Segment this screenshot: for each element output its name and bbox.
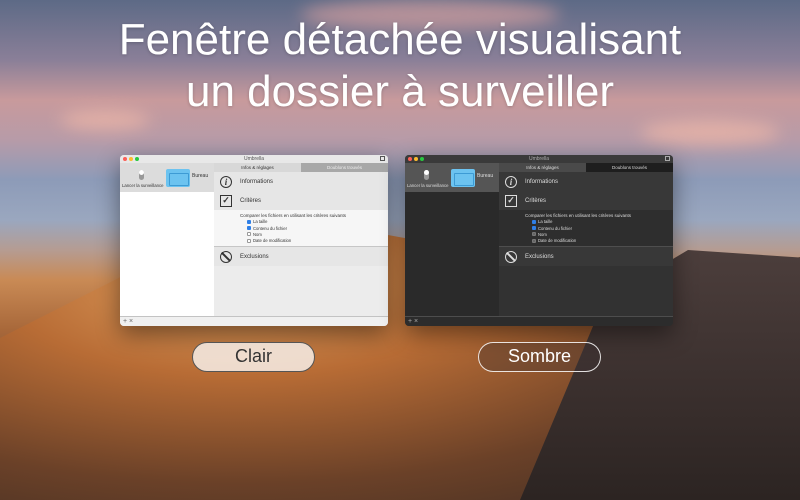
remove-button[interactable]: × [414, 318, 418, 325]
dark-window: Umbrella Lancer la surveillance Bureau I… [405, 155, 673, 326]
section-label: Critères [240, 197, 262, 204]
remove-button[interactable]: × [129, 318, 133, 325]
title-bar: Umbrella [405, 155, 673, 163]
main-panel: Infos & réglages Doublons trouvés i Inform… [214, 163, 388, 316]
tab-infos[interactable]: Infos & réglages [214, 163, 301, 172]
checkbox[interactable] [532, 226, 536, 231]
detach-icon[interactable] [380, 156, 385, 161]
section-label: Informations [240, 178, 274, 185]
option-label: Nom [253, 231, 262, 237]
sidebar: Lancer la surveillance Bureau [120, 163, 214, 316]
bottom-bar: + × [120, 316, 388, 326]
section-informations[interactable]: i Informations [214, 172, 388, 191]
watched-folder-item[interactable]: Lancer la surveillance Bureau [405, 163, 499, 192]
checkbox[interactable] [532, 219, 536, 224]
option-label: La taille [538, 219, 553, 225]
checkbox[interactable] [247, 226, 251, 231]
criteria-prompt: Comparer les fichiers en utilisant les c… [240, 213, 347, 218]
option-label: Date de modification [538, 238, 577, 244]
option-label: Date de modification [253, 238, 292, 244]
criteria-option[interactable]: La taille [532, 219, 673, 224]
headline: Fenêtre détachée visualisant un dossier à… [0, 14, 800, 118]
checkmark-icon: ✓ [220, 194, 232, 207]
dark-mode-button[interactable]: Sombre [478, 342, 601, 372]
checkbox[interactable] [247, 232, 251, 237]
minimize-button[interactable] [414, 157, 418, 161]
criteria-prompt: Comparer les fichiers en utilisant les c… [525, 213, 632, 218]
criteria-option[interactable]: Nom [532, 232, 673, 237]
watch-toggle[interactable] [424, 170, 429, 180]
section-label: Exclusions [525, 253, 554, 260]
criteria-option[interactable]: La taille [247, 219, 388, 224]
watched-folder-item[interactable]: Lancer la surveillance Bureau [120, 163, 214, 192]
close-button[interactable] [408, 157, 412, 161]
zoom-button[interactable] [420, 157, 424, 161]
sidebar: Lancer la surveillance Bureau [405, 163, 499, 316]
info-icon: i [220, 175, 232, 188]
window-title: Umbrella [243, 156, 264, 162]
light-window: Umbrella Lancer la surveillance Bureau I… [120, 155, 388, 326]
section-label: Informations [525, 178, 559, 185]
tab-duplicates[interactable]: Doublons trouvés [586, 163, 673, 172]
cloud [640, 120, 780, 145]
section-criteria[interactable]: ✓ Critères [499, 191, 673, 210]
checkmark-icon: ✓ [505, 194, 517, 207]
bottom-bar: + × [405, 316, 673, 326]
section-exclusions[interactable]: Exclusions [214, 247, 388, 266]
watch-toggle[interactable] [139, 170, 144, 180]
criteria-option[interactable]: Nom [247, 232, 388, 237]
folder-icon [451, 169, 475, 187]
minimize-button[interactable] [129, 157, 133, 161]
option-label: Contenu du fichier [253, 225, 287, 231]
window-title: Umbrella [528, 156, 549, 162]
criteria-option[interactable]: Contenu du fichier [532, 226, 673, 231]
option-label: Nom [538, 231, 547, 237]
section-label: Exclusions [240, 253, 269, 260]
folder-name: Bureau [192, 173, 209, 179]
option-label: Contenu du fichier [538, 225, 572, 231]
checkbox[interactable] [247, 219, 251, 224]
criteria-panel: Comparer les fichiers en utilisant les c… [499, 210, 673, 247]
checkbox[interactable] [532, 232, 536, 237]
light-mode-button[interactable]: Clair [192, 342, 315, 372]
headline-line-1: Fenêtre détachée visualisant [118, 15, 682, 64]
criteria-option[interactable]: Contenu du fichier [247, 226, 388, 231]
criteria-panel: Comparer les fichiers en utilisant les c… [214, 210, 388, 247]
section-label: Critères [525, 197, 547, 204]
folder-name: Bureau [477, 173, 494, 179]
detach-icon[interactable] [665, 156, 670, 161]
section-criteria[interactable]: ✓ Critères [214, 191, 388, 210]
criteria-option[interactable]: Date de modification [532, 238, 673, 243]
title-bar: Umbrella [120, 155, 388, 163]
checkbox[interactable] [247, 238, 251, 243]
watch-label: Lancer la surveillance [122, 183, 164, 188]
watch-label: Lancer la surveillance [407, 183, 449, 188]
add-button[interactable]: + [408, 318, 412, 325]
criteria-option[interactable]: Date de modification [247, 238, 388, 243]
section-exclusions[interactable]: Exclusions [499, 247, 673, 266]
zoom-button[interactable] [135, 157, 139, 161]
checkbox[interactable] [532, 238, 536, 243]
add-button[interactable]: + [123, 318, 127, 325]
section-informations[interactable]: i Informations [499, 172, 673, 191]
info-icon: i [505, 175, 517, 188]
headline-line-2: un dossier à surveiller [186, 67, 614, 116]
prohibited-icon [505, 250, 517, 263]
close-button[interactable] [123, 157, 127, 161]
tab-infos[interactable]: Infos & réglages [499, 163, 586, 172]
folder-icon [166, 169, 190, 187]
tab-duplicates[interactable]: Doublons trouvés [301, 163, 388, 172]
main-panel: Infos & réglages Doublons trouvés i Inform… [499, 163, 673, 316]
prohibited-icon [220, 250, 232, 263]
option-label: La taille [253, 219, 268, 225]
